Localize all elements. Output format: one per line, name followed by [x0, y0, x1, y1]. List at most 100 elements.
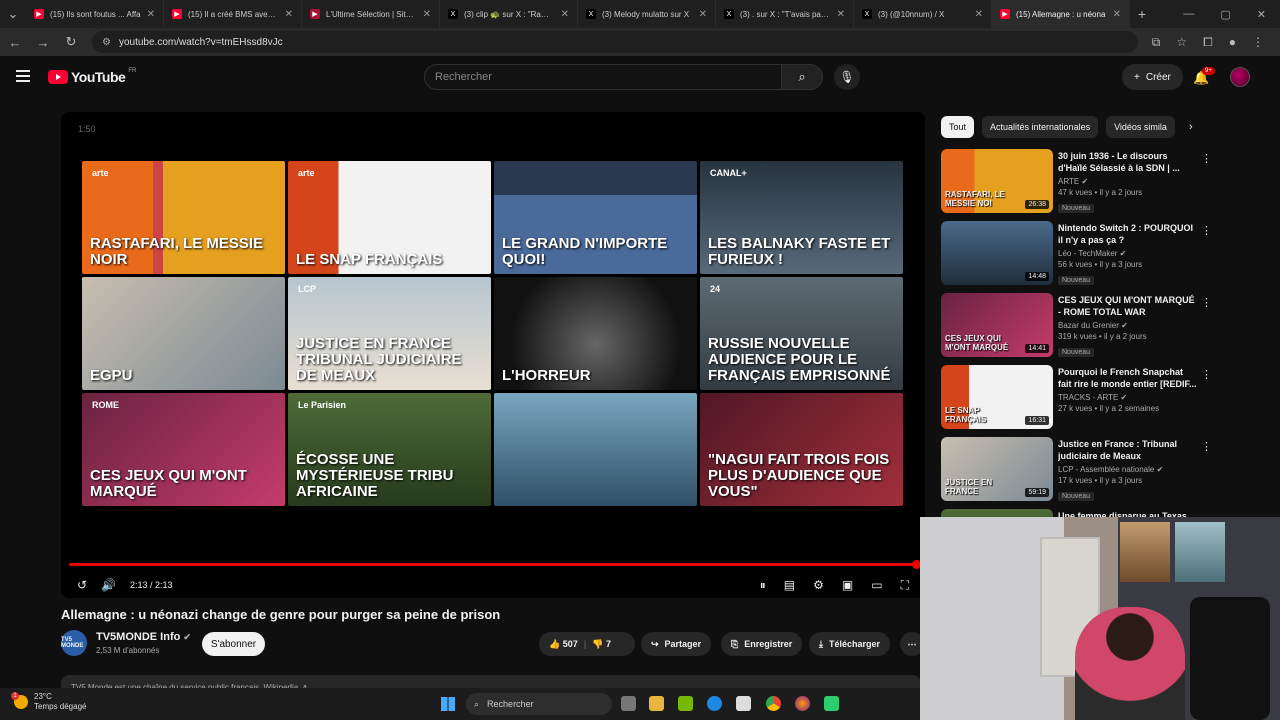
- video-thumbnail[interactable]: Ces jeux qui m'ont marqué 14:41: [941, 293, 1053, 357]
- recommended-video[interactable]: Le snap français 16:31 Pourquoi le French …: [941, 365, 1241, 437]
- channel-name[interactable]: Bazar du Grenier ✔: [1058, 321, 1198, 330]
- youtube-logo[interactable]: YouTube FR: [48, 68, 136, 85]
- tab-close-icon[interactable]: ✕: [837, 9, 845, 20]
- filter-chip[interactable]: Actualités internationales: [982, 116, 1099, 138]
- site-info-icon[interactable]: ⚙: [102, 37, 111, 48]
- browser-tab[interactable]: X (3) clip 🐢 sur X : "Rampe ✕: [440, 0, 578, 28]
- browser-tab[interactable]: ▶ L'Ultime Sélection | Site o ✕: [302, 0, 440, 28]
- video-title[interactable]: Pourquoi le French Snapchat fait rire le…: [1058, 366, 1198, 390]
- endscreen-video[interactable]: ROME Ces jeux qui m'ont marqué: [82, 393, 285, 506]
- channel-avatar[interactable]: TV5 MONDE: [61, 630, 87, 656]
- subtitles-icon[interactable]: ▤: [784, 578, 795, 592]
- video-title[interactable]: Nintendo Switch 2 : POURQUOI il n'y a pa…: [1058, 222, 1198, 246]
- recommended-video[interactable]: Ces jeux qui m'ont marqué 14:41 CES JEUX Q…: [941, 293, 1241, 365]
- tab-close-icon[interactable]: ✕: [423, 9, 431, 20]
- weather-widget[interactable]: 1 23°C Temps dégagé: [11, 692, 86, 712]
- video-player[interactable]: 1:50 arte Rastafari, le messie noir arte Le…: [61, 112, 925, 598]
- endscreen-video[interactable]: LCP Justice en France tribunal judiciaire…: [288, 277, 491, 390]
- maximize-icon[interactable]: ▢: [1220, 8, 1230, 21]
- video-thumbnail[interactable]: 14:48: [941, 221, 1053, 285]
- new-tab-button[interactable]: +: [1130, 6, 1154, 22]
- video-thumbnail[interactable]: Rastafari, le messie noi 26:38: [941, 149, 1053, 213]
- browser-tab[interactable]: X (3) Melody mulatto sur X ✕: [578, 0, 716, 28]
- tab-close-icon[interactable]: ✕: [1113, 9, 1121, 20]
- more-options-icon[interactable]: ⋮: [1201, 224, 1212, 237]
- endscreen-video[interactable]: CANAL+ Les Balnaky faste et furieux !: [700, 161, 903, 274]
- endscreen-video[interactable]: L'horreur: [494, 277, 697, 390]
- back-icon[interactable]: ←: [8, 35, 22, 50]
- app-icon[interactable]: [824, 696, 839, 711]
- video-thumbnail[interactable]: Justice en France 59:19: [941, 437, 1053, 501]
- taskbar-search[interactable]: ⌕ Rechercher: [466, 693, 612, 715]
- more-options-icon[interactable]: ⋮: [1201, 368, 1212, 381]
- subscribe-button[interactable]: S'abonner: [202, 632, 265, 656]
- hamburger-menu-icon[interactable]: [16, 70, 30, 82]
- recommended-video[interactable]: Rastafari, le messie noi 26:38 30 juin 193…: [941, 149, 1241, 221]
- video-title[interactable]: CES JEUX QUI M'ONT MARQUÉ - ROME TOTAL W…: [1058, 294, 1198, 318]
- settings-gear-icon[interactable]: ⚙: [813, 578, 824, 592]
- theater-mode-icon[interactable]: ▭: [871, 578, 882, 592]
- download-button[interactable]: ⤓ Télécharger: [809, 632, 891, 656]
- more-options-icon[interactable]: ⋮: [1201, 296, 1212, 309]
- endscreen-video[interactable]: "Nagui fait trois fois plus d'audience q…: [700, 393, 903, 506]
- firefox-icon[interactable]: [795, 696, 810, 711]
- endscreen-video[interactable]: arte Rastafari, le messie noir: [82, 161, 285, 274]
- forward-icon[interactable]: →: [36, 35, 50, 50]
- video-title[interactable]: Justice en France : Tribunal judiciaire …: [1058, 438, 1198, 462]
- tab-close-icon[interactable]: ✕: [561, 9, 569, 20]
- save-button[interactable]: ⎘ Enregistrer: [721, 632, 803, 656]
- nvidia-icon[interactable]: [678, 696, 693, 711]
- endscreen-video[interactable]: Le Parisien Écosse Une mystérieuse tribu …: [288, 393, 491, 506]
- search-icon[interactable]: ⌕: [781, 64, 823, 90]
- account-avatar[interactable]: [1230, 67, 1250, 87]
- more-options-icon[interactable]: ⋮: [1201, 152, 1212, 165]
- reload-icon[interactable]: ↻: [64, 34, 78, 50]
- progress-bar[interactable]: [69, 560, 921, 569]
- channel-name[interactable]: ARTE ✔: [1058, 177, 1198, 186]
- recommended-video[interactable]: 14:48 Nintendo Switch 2 : POURQUOI il n'y…: [941, 221, 1241, 293]
- browser-tab[interactable]: X (3) . sur X : "T'avais pas l'e ✕: [716, 0, 854, 28]
- endscreen-video[interactable]: 24 Russie Nouvelle audience pour le Franç…: [700, 277, 903, 390]
- volume-icon[interactable]: 🔊: [101, 578, 116, 592]
- bookmark-star-icon[interactable]: ☆: [1176, 35, 1187, 50]
- chrome-icon[interactable]: [766, 696, 781, 711]
- minimize-icon[interactable]: —: [1183, 8, 1194, 21]
- video-thumbnail[interactable]: Le snap français 16:31: [941, 365, 1053, 429]
- channel-name[interactable]: LCP - Assemblée nationale ✔: [1058, 465, 1198, 474]
- browser-tab[interactable]: ▶ (15) Il a créé BMS avec 30 ✕: [164, 0, 302, 28]
- filter-chip[interactable]: Tout: [941, 116, 975, 138]
- edge-icon[interactable]: [707, 696, 722, 711]
- search-input[interactable]: Rechercher: [424, 64, 782, 90]
- url-field[interactable]: ⚙ youtube.com/watch?v=tmEHssd8vJc: [92, 31, 1138, 53]
- endscreen-video[interactable]: arte Le snap français: [288, 161, 491, 274]
- store-icon[interactable]: [736, 696, 751, 711]
- share-button[interactable]: ↪ Partager: [641, 632, 712, 656]
- file-explorer-icon[interactable]: [649, 696, 664, 711]
- microphone-icon[interactable]: 🎙: [834, 64, 860, 90]
- video-title[interactable]: 30 juin 1936 - Le discours d'Haïlé Sélas…: [1058, 150, 1198, 174]
- browser-tab[interactable]: ▶ (15) Ils sont foutus ... Affa ✕: [26, 0, 164, 28]
- like-button[interactable]: 👍 507: [549, 639, 578, 650]
- browser-tab[interactable]: X (3) (@10nnum) / X ✕: [854, 0, 992, 28]
- tab-close-icon[interactable]: ✕: [285, 9, 293, 20]
- close-icon[interactable]: ✕: [1257, 8, 1266, 21]
- endscreen-video[interactable]: Le grand n'importe quoi!: [494, 161, 697, 274]
- endscreen-video[interactable]: [494, 393, 697, 506]
- dislike-button[interactable]: 👎 7: [592, 639, 611, 650]
- windows-start-icon[interactable]: [441, 697, 455, 711]
- miniplayer-icon[interactable]: ▣: [842, 578, 853, 592]
- endscreen-video[interactable]: eGPU: [82, 277, 285, 390]
- create-button[interactable]: + Créer: [1122, 64, 1183, 90]
- channel-name[interactable]: TV5MONDE Info ✔: [96, 631, 191, 643]
- replay-icon[interactable]: ↺: [77, 578, 87, 592]
- chevron-right-icon[interactable]: ›: [1189, 121, 1193, 133]
- tab-close-icon[interactable]: ✕: [699, 9, 707, 20]
- tab-close-icon[interactable]: ✕: [975, 9, 983, 20]
- tab-search-icon[interactable]: ⌄: [6, 6, 20, 22]
- task-view-icon[interactable]: [621, 696, 636, 711]
- menu-icon[interactable]: ⋮: [1252, 35, 1264, 50]
- channel-name[interactable]: TRACKS - ARTE ✔: [1058, 393, 1198, 402]
- channel-name[interactable]: Léo - TechMaker ✔: [1058, 249, 1198, 258]
- browser-tab[interactable]: ▶ (15) Allemagne : u néona ✕: [992, 0, 1130, 28]
- recommended-video[interactable]: Justice en France 59:19 Justice en France …: [941, 437, 1241, 509]
